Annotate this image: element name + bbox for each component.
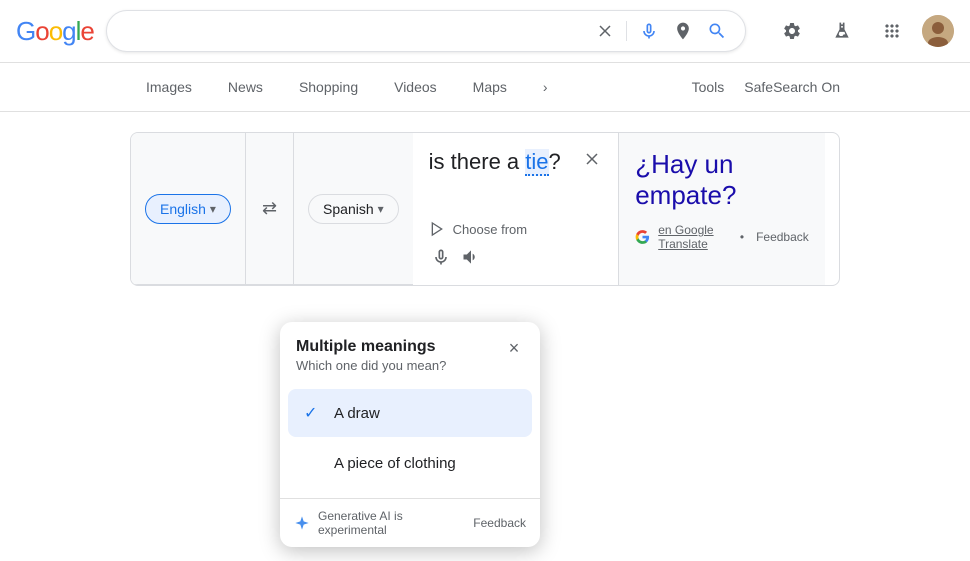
popup-option-clothing-label: A piece of clothing xyxy=(334,455,456,472)
feedback-link[interactable]: Feedback xyxy=(756,230,809,244)
search-icons xyxy=(594,19,729,43)
source-text-after: ? xyxy=(549,149,561,174)
generative-ai-icon xyxy=(294,515,310,531)
safesearch-label: SafeSearch On xyxy=(744,79,840,95)
popup-container: Multiple meanings Which one did you mean… xyxy=(280,322,540,547)
translate-panels: is there a tie? Choose from xyxy=(413,133,825,285)
chevron-down-icon: ▾ xyxy=(378,202,384,216)
popup-option-draw[interactable]: ✓ A draw xyxy=(288,389,532,437)
source-panel: is there a tie? Choose from xyxy=(413,133,620,285)
mic-translate-button[interactable] xyxy=(429,245,453,269)
target-bottom: en Google Translate • Feedback xyxy=(635,223,809,251)
google-g-icon xyxy=(635,226,650,248)
tab-maps[interactable]: Maps xyxy=(457,71,523,103)
source-text-highlighted: tie xyxy=(525,149,548,176)
source-text: is there a tie? xyxy=(429,149,603,209)
tab-images[interactable]: Images xyxy=(130,71,208,103)
search-tabs: Images News Shopping Videos Maps › Tools… xyxy=(0,63,970,112)
check-icon: ✓ xyxy=(304,403,324,423)
popup-options: ✓ A draw A piece of clothing xyxy=(280,381,540,498)
tab-shopping[interactable]: Shopping xyxy=(283,71,374,103)
main-content: English ▾ ⇄ Spanish ▾ xyxy=(0,112,970,306)
popup-feedback-link[interactable]: Feedback xyxy=(473,516,526,530)
popup-footer: Generative AI is experimental Feedback xyxy=(280,498,540,547)
chevron-down-icon: ▾ xyxy=(210,202,216,216)
bullet-separator: • xyxy=(740,230,744,244)
popup-close-button[interactable]: × xyxy=(500,334,528,362)
tools-button[interactable]: Tools xyxy=(688,71,729,103)
avatar[interactable] xyxy=(922,15,954,47)
apps-button[interactable] xyxy=(872,11,912,51)
target-panel: ¿Hay un empate? en Google Translate • Fe… xyxy=(619,133,825,285)
lang-selector-row: English ▾ ⇄ Spanish ▾ xyxy=(131,133,413,285)
tab-videos[interactable]: Videos xyxy=(378,71,453,103)
popup-title: Multiple meanings xyxy=(296,338,524,356)
ai-translate-icon xyxy=(429,221,445,237)
target-text: ¿Hay un empate? xyxy=(635,149,809,211)
header-right xyxy=(772,11,954,51)
choose-from-text: Choose from xyxy=(453,222,527,237)
google-logo[interactable]: Google xyxy=(16,16,94,47)
popup-option-clothing[interactable]: A piece of clothing xyxy=(288,441,532,486)
search-input[interactable]: translate english to spanish xyxy=(123,22,584,40)
gen-ai-text: Generative AI is experimental xyxy=(318,509,465,537)
lens-button[interactable] xyxy=(671,19,695,43)
settings-button[interactable] xyxy=(772,11,812,51)
swap-area: ⇄ xyxy=(245,133,294,284)
translate-container: English ▾ ⇄ Spanish ▾ xyxy=(130,132,840,286)
source-text-before: is there a xyxy=(429,149,526,174)
labs-button[interactable] xyxy=(822,11,862,51)
source-actions: Choose from xyxy=(429,221,603,237)
header: Google translate english to spanish xyxy=(0,0,970,63)
source-lang-area: English ▾ xyxy=(131,133,245,284)
popup-subtitle: Which one did you mean? xyxy=(296,358,524,373)
search-bar: translate english to spanish xyxy=(106,10,746,52)
tab-news[interactable]: News xyxy=(212,71,279,103)
swap-languages-button[interactable]: ⇄ xyxy=(254,194,285,223)
popup-option-draw-label: A draw xyxy=(334,405,380,422)
multiple-meanings-popup: Multiple meanings Which one did you mean… xyxy=(280,322,540,547)
tools-area: Tools SafeSearch On xyxy=(688,71,840,103)
target-lang-button[interactable]: Spanish ▾ xyxy=(308,194,399,224)
divider xyxy=(626,21,627,41)
volume-button[interactable] xyxy=(459,245,483,269)
source-lang-button[interactable]: English ▾ xyxy=(145,194,231,224)
target-lang-area: Spanish ▾ xyxy=(294,133,413,284)
popup-header: Multiple meanings Which one did you mean… xyxy=(280,322,540,381)
tab-more[interactable]: › xyxy=(527,71,564,103)
mic-button[interactable] xyxy=(637,19,661,43)
search-button[interactable] xyxy=(705,19,729,43)
clear-search-button[interactable] xyxy=(594,20,616,42)
open-in-translate-link[interactable]: en Google Translate xyxy=(658,223,732,251)
source-bottom-icons xyxy=(429,245,603,269)
